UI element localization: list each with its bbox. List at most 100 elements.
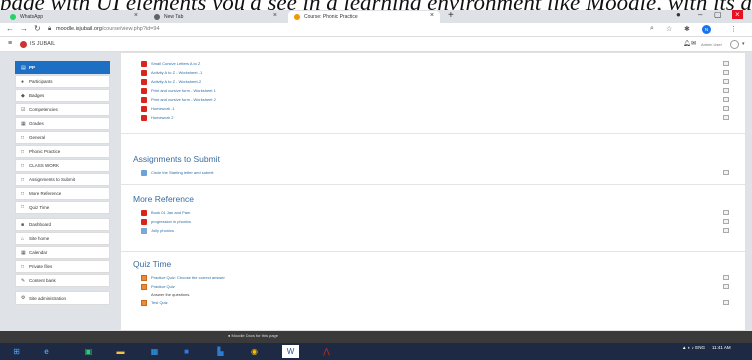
hamburger-icon[interactable]: ≡	[8, 40, 12, 47]
sidebar-item[interactable]: ✎ Content bank	[15, 274, 110, 288]
bell-icon[interactable]: 🔔︎	[683, 40, 691, 47]
activity-link[interactable]: Practice Quiz: Choose the correct answer	[151, 275, 225, 280]
sidebar-item[interactable]: □ Phonic Practice	[15, 144, 110, 159]
sidebar-item[interactable]: □ CLASS WORK	[15, 158, 110, 173]
tab-new-tab[interactable]: New Tab ×	[148, 11, 283, 23]
completion-checkbox[interactable]	[723, 274, 729, 280]
section-title[interactable]: Assignments to Submit	[133, 154, 735, 164]
completion-checkbox[interactable]	[723, 78, 729, 84]
search-icon[interactable]: ⌕	[650, 25, 654, 33]
sidebar-item[interactable]: □ Assignments to Submit	[15, 172, 110, 187]
site-name[interactable]: IS JUBAIL	[30, 41, 55, 47]
completion-checkbox[interactable]	[723, 69, 729, 75]
activity-link[interactable]: Activity A to Z - Worksheet-2	[151, 79, 201, 84]
activity-item[interactable]: Activity A to Z - Worksheet-2	[133, 77, 735, 86]
sidebar-item[interactable]: ⚙ Site administration	[15, 291, 110, 305]
activity-link[interactable]: Print and cursive form - Worksheet 2	[151, 97, 216, 102]
url-input[interactable]: moodle.isjubail.org/course/view.php?id=9…	[56, 26, 160, 32]
sidebar-item[interactable]: □ Quiz Time	[15, 200, 110, 215]
zoom-icon[interactable]: ■	[178, 345, 195, 358]
acrobat-icon[interactable]: ⋀	[318, 345, 335, 358]
close-icon[interactable]: ×	[273, 12, 277, 19]
site-logo[interactable]	[20, 41, 27, 48]
chevron-down-icon[interactable]: ▾	[742, 41, 745, 47]
teams-icon[interactable]: ▙	[212, 345, 229, 358]
activity-item[interactable]: Activity A to Z - Worksheet -1	[133, 68, 735, 77]
activity-item[interactable]: Practice Quiz	[133, 282, 735, 291]
activity-link[interactable]: Practice Quiz	[151, 284, 175, 289]
sidebar-item[interactable]: □ General	[15, 130, 110, 145]
user-name[interactable]: Admin User	[701, 42, 722, 47]
completion-checkbox[interactable]	[723, 299, 729, 305]
back-arrow-icon[interactable]: ←	[6, 24, 14, 33]
sidebar-item[interactable]: ▤ PP	[15, 61, 110, 75]
activity-link[interactable]: Test Quiz	[151, 300, 168, 305]
activity-item[interactable]: progression in phonics	[133, 217, 735, 226]
completion-checkbox[interactable]	[723, 169, 729, 175]
section-title[interactable]: More Reference	[133, 194, 735, 204]
profile-avatar[interactable]: N	[702, 25, 711, 34]
activity-link[interactable]: Activity A to Z - Worksheet -1	[151, 70, 202, 75]
sidebar-item[interactable]: □ Private files	[15, 260, 110, 274]
tab-course-phonic-practice[interactable]: Course: Phonic Practice ×	[288, 11, 440, 23]
sidebar-item[interactable]: □ More Reference	[15, 186, 110, 201]
completion-checkbox[interactable]	[723, 283, 729, 289]
activity-item[interactable]: Print and cursive form - Worksheet 1	[133, 86, 735, 95]
tab-whatsapp[interactable]: WhatsApp ×	[4, 11, 144, 23]
edge-icon[interactable]: e	[38, 345, 55, 358]
maximize-button[interactable]: ▢	[714, 10, 722, 19]
activity-link[interactable]: Print and cursive form - Worksheet 1	[151, 88, 216, 93]
app-icon[interactable]: ▦	[146, 345, 163, 358]
completion-checkbox[interactable]	[723, 218, 729, 224]
sidebar-item[interactable]: ■ Dashboard	[15, 218, 110, 232]
reload-icon[interactable]: ↻	[34, 24, 41, 33]
system-tray[interactable]: ▲ ◐ ♪ ENG	[682, 345, 705, 350]
completion-checkbox[interactable]	[723, 87, 729, 93]
new-tab-button[interactable]: +	[448, 10, 454, 21]
completion-checkbox[interactable]	[723, 209, 729, 215]
extensions-icon[interactable]: ✱	[684, 25, 690, 33]
completion-checkbox[interactable]	[723, 60, 729, 66]
word-icon[interactable]: W	[282, 345, 299, 358]
minimize-button[interactable]: –	[698, 10, 702, 19]
activity-item[interactable]: Jolly phonics	[133, 226, 735, 235]
close-window-button[interactable]: ×	[732, 10, 743, 19]
forward-arrow-icon[interactable]: →	[20, 24, 28, 33]
activity-item[interactable]: Circle the Starting letter and submit	[133, 168, 735, 177]
close-icon[interactable]: ×	[134, 12, 138, 19]
activity-link[interactable]: Homework 2	[151, 115, 173, 120]
sidebar-item[interactable]: ▦ Grades	[15, 116, 110, 131]
activity-link[interactable]: progression in phonics	[151, 219, 191, 224]
menu-dots-icon[interactable]: ⋮	[730, 25, 737, 33]
section-title[interactable]: Quiz Time	[133, 259, 735, 269]
completion-checkbox[interactable]	[723, 96, 729, 102]
sidebar-item[interactable]: ◆ Badges	[15, 88, 110, 103]
activity-link[interactable]: Jolly phonics	[151, 228, 174, 233]
completion-checkbox[interactable]	[723, 227, 729, 233]
activity-item[interactable]: Small Cursive Letters A to Z	[133, 59, 735, 68]
system-clock[interactable]: 11:41 AM	[712, 345, 731, 351]
activity-link[interactable]: Circle the Starting letter and submit	[151, 170, 213, 175]
folder-icon[interactable]: ▬	[112, 345, 129, 358]
activity-item[interactable]: Practice Quiz: Choose the correct answer	[133, 273, 735, 282]
activity-item[interactable]: Book 01 Jan and Pam	[133, 208, 735, 217]
activity-item[interactable]: Test Quiz	[133, 298, 735, 307]
sidebar-item[interactable]: ☑ Competencies	[15, 102, 110, 117]
activity-item[interactable]: Homework 2	[133, 113, 735, 122]
chrome-taskbar-icon[interactable]: ◉	[246, 345, 263, 358]
windows-start-icon[interactable]: ⊞	[8, 345, 25, 358]
star-icon[interactable]: ☆	[666, 25, 672, 33]
docs-link[interactable]: ● Moodle Docs for this page	[228, 333, 278, 338]
activity-item[interactable]: Print and cursive form - Worksheet 2	[133, 95, 735, 104]
sidebar-item[interactable]: ▦ Calendar	[15, 246, 110, 260]
completion-checkbox[interactable]	[723, 114, 729, 120]
chat-icon[interactable]: ✉	[691, 40, 696, 47]
completion-checkbox[interactable]	[723, 105, 729, 111]
sidebar-item[interactable]: ⌂ Site home	[15, 232, 110, 246]
store-icon[interactable]: ▣	[80, 345, 97, 358]
activity-link[interactable]: Homework -1	[151, 106, 175, 111]
user-avatar[interactable]	[730, 40, 739, 49]
sidebar-item[interactable]: ● Participants	[15, 74, 110, 89]
activity-item[interactable]: Homework -1	[133, 104, 735, 113]
activity-link[interactable]: Book 01 Jan and Pam	[151, 210, 190, 215]
